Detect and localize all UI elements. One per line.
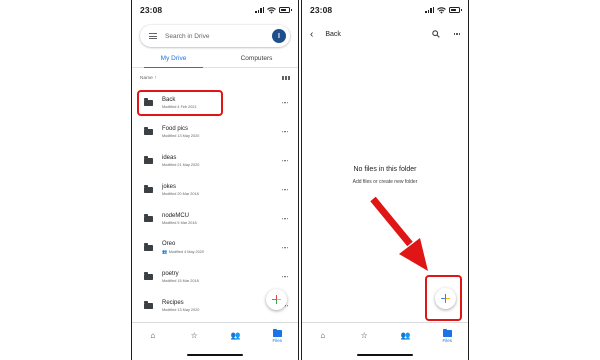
red-arrow-annotation <box>370 196 428 271</box>
